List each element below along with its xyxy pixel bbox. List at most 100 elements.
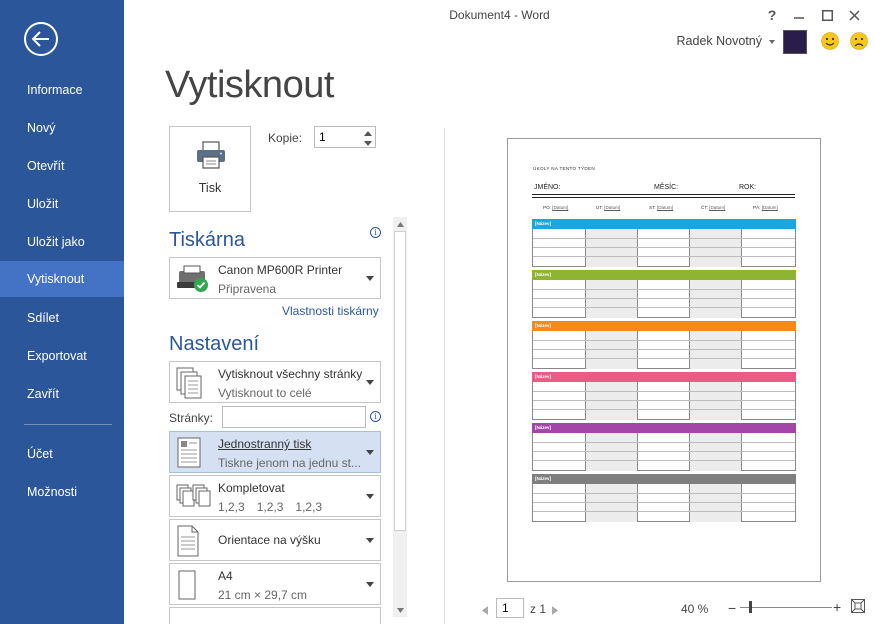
task-block-column bbox=[533, 280, 585, 318]
task-block-column bbox=[741, 229, 795, 267]
task-block-line bbox=[533, 256, 795, 257]
printer-dropdown[interactable]: Canon MP600R Printer Připravena bbox=[169, 257, 381, 299]
sidebar-item-ucet[interactable]: Účet bbox=[0, 436, 124, 472]
print-range-dropdown[interactable]: Vytisknout všechny stránky Vytisknout to… bbox=[169, 361, 381, 403]
scroll-up-button[interactable] bbox=[393, 218, 407, 230]
task-block: [Název] bbox=[532, 474, 796, 522]
minus-icon: − bbox=[728, 600, 737, 616]
collate-set: 1,2,3 bbox=[218, 500, 245, 514]
info-icon[interactable]: i bbox=[370, 227, 381, 238]
task-block-header: [Název] bbox=[532, 423, 796, 433]
pages-label: Stránky: bbox=[169, 411, 214, 425]
task-block-column bbox=[533, 433, 585, 471]
chevron-down-icon bbox=[366, 538, 374, 543]
printer-heading: Tiskárna bbox=[169, 229, 245, 251]
print-button[interactable]: Tisk bbox=[169, 126, 251, 212]
task-block-header: [Název] bbox=[532, 270, 796, 280]
task-block: [Název] bbox=[532, 270, 796, 318]
collate-set: 1,2,3 bbox=[256, 500, 284, 514]
sidebar-item-informace[interactable]: Informace bbox=[0, 72, 124, 108]
task-block-label: [Název] bbox=[535, 221, 552, 226]
copies-label: Kopie: bbox=[268, 131, 303, 145]
sides-title: Jednostranný tisk bbox=[218, 437, 312, 451]
chevron-down-icon bbox=[366, 380, 374, 385]
sidebar-item-exportovat[interactable]: Exportovat bbox=[0, 338, 124, 374]
task-block-line bbox=[533, 238, 795, 239]
settings-scrollbar[interactable] bbox=[393, 217, 407, 617]
task-block-line bbox=[533, 502, 795, 503]
paper-size-dropdown[interactable]: A4 21 cm × 29,7 cm bbox=[169, 563, 381, 605]
sides-dropdown[interactable]: Jednostranný tisk Tiskne jenom na jednu … bbox=[169, 431, 381, 473]
print-preview-page: ÚKOLY NA TENTO TÝDEN JMÉNO: MĚSÍC: ROK: … bbox=[507, 138, 821, 582]
chevron-down-icon bbox=[366, 276, 374, 281]
collate-title: Kompletovat bbox=[218, 481, 285, 495]
task-block: [Název] bbox=[532, 423, 796, 471]
task-block-label: [Název] bbox=[535, 374, 552, 379]
copies-decrement-button[interactable] bbox=[361, 138, 375, 148]
sidebar-item-zavrit[interactable]: Zavřít bbox=[0, 376, 124, 412]
paper-size-subtitle: 21 cm × 29,7 cm bbox=[218, 588, 308, 602]
sidebar-item-moznosti[interactable]: Možnosti bbox=[0, 474, 124, 510]
task-block-column bbox=[533, 229, 585, 267]
scroll-thumb[interactable] bbox=[394, 231, 406, 531]
zoom-in-button[interactable]: + bbox=[833, 599, 841, 615]
chevron-right-icon bbox=[552, 606, 558, 615]
task-block-line bbox=[533, 340, 795, 341]
task-block-line bbox=[533, 349, 795, 350]
next-page-button[interactable] bbox=[552, 604, 558, 618]
zoom-slider-thumb[interactable] bbox=[749, 601, 752, 613]
task-block-column bbox=[689, 229, 741, 267]
task-block-grid bbox=[532, 382, 796, 420]
copies-increment-button[interactable] bbox=[361, 128, 375, 138]
task-block-grid bbox=[532, 484, 796, 522]
printer-ready-icon bbox=[177, 265, 208, 292]
back-button[interactable] bbox=[24, 22, 58, 56]
printer-icon bbox=[197, 141, 225, 169]
day-label: PO: [Datum] bbox=[543, 205, 569, 210]
task-block-column bbox=[689, 382, 741, 420]
task-block-column bbox=[741, 433, 795, 471]
orientation-title: Orientace na výšku bbox=[218, 533, 321, 547]
header-rule bbox=[532, 194, 795, 195]
sidebar-item-novy[interactable]: Nový bbox=[0, 110, 124, 146]
page-number-input[interactable] bbox=[496, 598, 524, 618]
sidebar-item-otevrit[interactable]: Otevřít bbox=[0, 148, 124, 184]
zoom-out-button[interactable]: − bbox=[728, 600, 736, 616]
copies-input[interactable] bbox=[315, 127, 361, 147]
printer-name: Canon MP600R Printer bbox=[218, 263, 343, 277]
task-block-column bbox=[637, 433, 689, 471]
task-block-column bbox=[689, 280, 741, 318]
sidebar-item-ulozit[interactable]: Uložit bbox=[0, 186, 124, 222]
doc-heading: ÚKOLY NA TENTO TÝDEN bbox=[533, 166, 595, 171]
pages-input[interactable] bbox=[222, 406, 366, 428]
task-block-column bbox=[585, 331, 637, 369]
sidebar-item-sdilet[interactable]: Sdílet bbox=[0, 300, 124, 336]
printer-status: Připravena bbox=[218, 282, 277, 296]
zoom-slider[interactable] bbox=[740, 607, 832, 608]
sidebar-item-ulozit-jako[interactable]: Uložit jako bbox=[0, 224, 124, 260]
sidebar-item-vytisknout[interactable]: Vytisknout bbox=[0, 261, 124, 297]
prev-page-button[interactable] bbox=[482, 604, 488, 618]
portrait-orientation-icon bbox=[177, 525, 199, 557]
collate-dropdown[interactable]: Kompletovat 1,2,3 1,2,3 1,2,3 bbox=[169, 475, 381, 517]
margins-dropdown[interactable] bbox=[169, 607, 381, 624]
header-rule bbox=[532, 197, 795, 198]
task-block-line bbox=[533, 307, 795, 308]
chevron-up-icon bbox=[396, 221, 404, 227]
task-block-column bbox=[741, 382, 795, 420]
scroll-down-button[interactable] bbox=[393, 604, 407, 616]
printer-properties-link[interactable]: Vlastnosti tiskárny bbox=[282, 304, 379, 318]
month-label: MĚSÍC: bbox=[654, 184, 679, 191]
task-block-column bbox=[741, 280, 795, 318]
arrow-left-icon bbox=[32, 31, 49, 47]
panel-divider bbox=[444, 128, 445, 624]
task-block-line bbox=[533, 460, 795, 461]
orientation-dropdown[interactable]: Orientace na výšku bbox=[169, 519, 381, 561]
fit-page-icon bbox=[851, 599, 865, 613]
day-label: ST: [Datum] bbox=[649, 205, 674, 210]
backstage-sidebar: Informace Nový Otevřít Uložit Uložit jak… bbox=[0, 0, 124, 624]
info-icon[interactable]: i bbox=[370, 411, 381, 422]
task-block-grid bbox=[532, 280, 796, 318]
zoom-level[interactable]: 40 % bbox=[681, 602, 708, 616]
zoom-to-page-button[interactable] bbox=[851, 599, 865, 616]
